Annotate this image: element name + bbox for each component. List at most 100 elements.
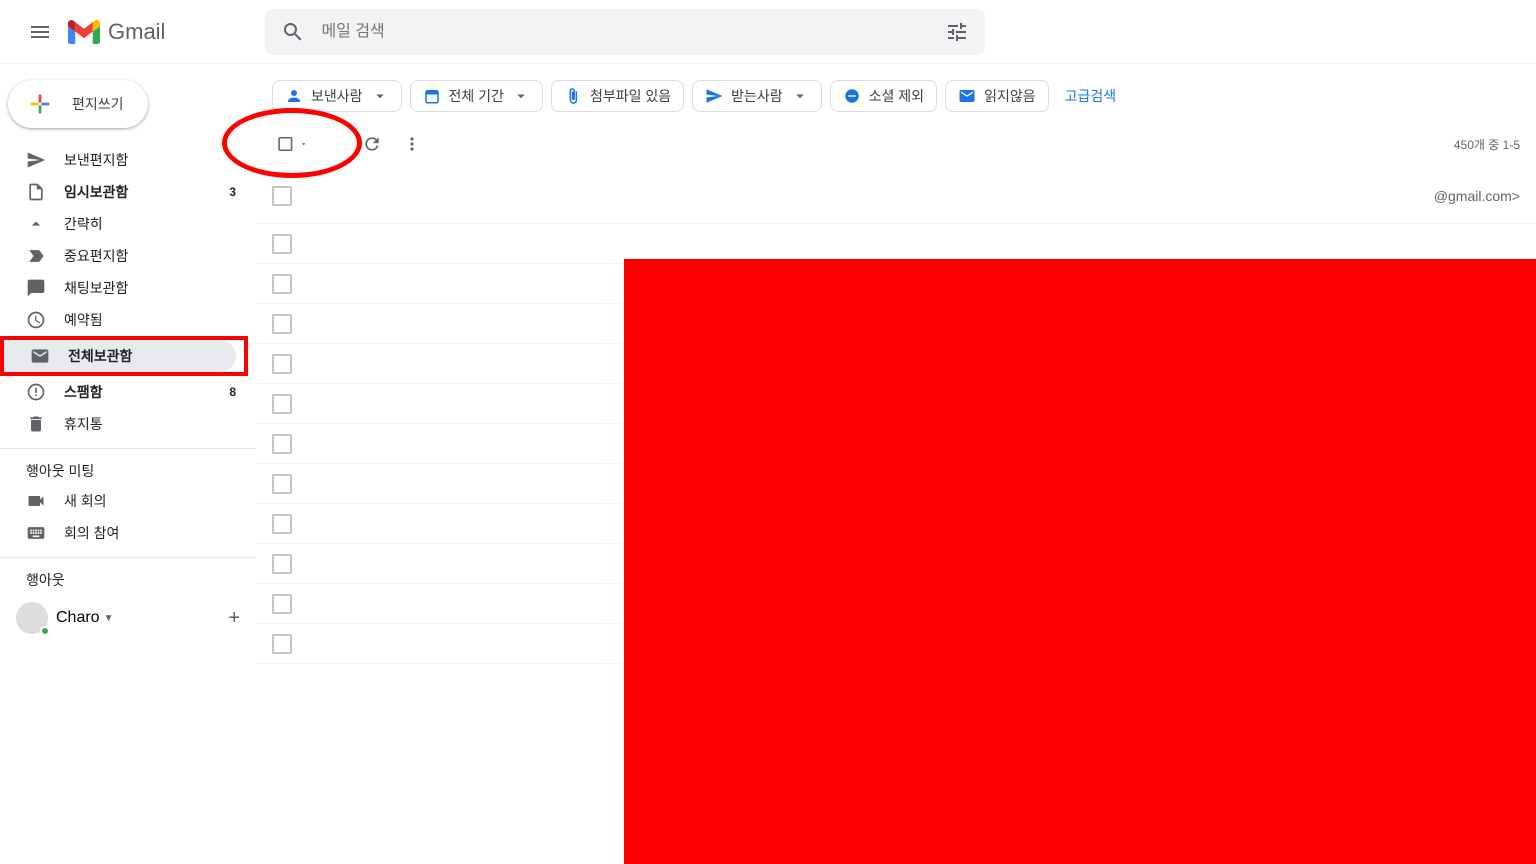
mail-unread-icon [958,87,976,105]
main: 편지쓰기 보낸편지함임시보관함3간략히중요편지함채팅보관함예약됨전체보관함스팸함… [0,64,1536,836]
sidebar-item-8[interactable]: 휴지통 [0,408,248,440]
row-checkbox[interactable] [272,354,292,374]
keyboard-icon [26,523,46,543]
advanced-search-link[interactable]: 고급검색 [1065,86,1117,106]
row-checkbox[interactable] [272,594,292,614]
chip-label: 소셜 제외 [869,86,924,106]
pagination-text: 450개 중 1-5 [1454,136,1520,153]
caret-down-icon [371,87,389,105]
sidebar-item-2[interactable]: 간략히 [0,208,248,240]
sidebar-label: 간략히 [64,214,236,234]
sidebar-item-3[interactable]: 중요편지함 [0,240,248,272]
person-icon [285,87,303,105]
caret-down-icon [299,139,308,149]
caret-down-icon [791,87,809,105]
sidebar-item-4[interactable]: 채팅보관함 [0,272,248,304]
filter-chip-5[interactable]: 읽지않음 [945,80,1049,112]
sidebar-item-5[interactable]: 예약됨 [0,304,248,336]
row-checkbox[interactable] [272,314,292,334]
row-checkbox[interactable] [272,234,292,254]
checkbox-icon [276,134,295,154]
main-menu-button[interactable] [16,8,64,56]
video-icon [26,491,46,511]
mail-icon [30,346,50,366]
row-checkbox[interactable] [272,274,292,294]
filter-chip-2[interactable]: 첨부파일 있음 [551,80,684,112]
gmail-wordmark: Gmail [108,19,165,45]
row-checkbox[interactable] [272,554,292,574]
filter-chip-3[interactable]: 받는사람 [692,80,822,112]
attach-icon [564,87,582,105]
meet-item-1[interactable]: 회의 참여 [0,517,256,549]
compose-label: 편지쓰기 [72,94,124,114]
logo[interactable]: Gmail [68,19,165,45]
hangout-user[interactable]: Charo ▼ + [0,594,256,642]
mail-row[interactable] [256,224,1536,264]
row-checkbox[interactable] [272,474,292,494]
search-bar[interactable] [265,9,985,55]
minus-icon [843,87,861,105]
sidebar-item-7[interactable]: 스팸함8 [0,376,248,408]
filter-chip-4[interactable]: 소셜 제외 [830,80,937,112]
row-checkbox[interactable] [272,394,292,414]
add-hangout-button[interactable]: + [228,607,240,630]
refresh-icon [362,134,382,154]
meet-label: 새 회의 [64,491,107,511]
mail-snippet: @gmail.com> [1434,188,1520,204]
sidebar-item-1[interactable]: 임시보관함3 [0,176,248,208]
hangout-section-header: 행아웃 [0,557,256,594]
filter-chip-row: 보낸사람 전체 기간 첨부파일 있음 받는사람 소셜 제외 읽지않음 고급검색 [256,64,1536,120]
clock-icon [26,310,46,330]
sidebar-item-0[interactable]: 보낸편지함 [0,144,248,176]
meet-item-0[interactable]: 새 회의 [0,485,256,517]
hamburger-icon [28,20,52,44]
sidebar-item-6[interactable]: 전체보관함 [4,340,236,372]
more-button[interactable] [392,124,432,164]
spam-icon [26,382,46,402]
sidebar: 편지쓰기 보낸편지함임시보관함3간략히중요편지함채팅보관함예약됨전체보관함스팸함… [0,64,256,836]
refresh-button[interactable] [352,124,392,164]
more-vert-icon [402,134,422,154]
chip-label: 첨부파일 있음 [590,86,671,106]
sidebar-label: 채팅보관함 [64,278,236,298]
status-dot-icon [40,626,50,636]
toolbar: 450개 중 1-5 [256,120,1536,168]
sidebar-count: 8 [229,385,236,399]
gmail-icon [68,20,100,44]
chip-label: 보낸사람 [311,86,363,106]
filter-chip-1[interactable]: 전체 기간 [410,80,543,112]
sidebar-label: 스팸함 [64,382,229,402]
label-important-icon [26,246,46,266]
sidebar-count: 3 [229,185,236,199]
compose-button[interactable]: 편지쓰기 [8,80,148,128]
sidebar-label: 전체보관함 [68,346,224,366]
sidebar-label: 임시보관함 [64,182,229,202]
chip-label: 읽지않음 [984,86,1036,106]
row-checkbox[interactable] [272,634,292,654]
search-options-icon[interactable] [945,20,969,44]
chip-label: 전체 기간 [449,86,504,106]
calendar-icon [423,87,441,105]
file-icon [26,182,46,202]
sidebar-label: 중요편지함 [64,246,236,266]
send-to-icon [705,87,723,105]
hangout-menu-caret[interactable]: ▼ [104,613,114,624]
sidebar-label: 휴지통 [64,414,236,434]
caret-up-icon [26,214,46,234]
meet-section-header: 행아웃 미팅 [0,448,256,485]
row-checkbox[interactable] [272,514,292,534]
row-checkbox[interactable] [272,434,292,454]
row-checkbox[interactable] [272,186,292,206]
chat-icon [26,278,46,298]
filter-chip-0[interactable]: 보낸사람 [272,80,402,112]
chip-label: 받는사람 [731,86,783,106]
search-icon [281,20,305,44]
mail-row[interactable]: @gmail.com> [256,168,1536,224]
search-input[interactable] [321,23,945,41]
trash-icon [26,414,46,434]
caret-down-icon [512,87,530,105]
red-redaction-block [624,259,1536,864]
app-header: Gmail [0,0,1536,64]
red-annotation-box: 전체보관함 [0,336,248,376]
select-all-checkbox[interactable] [272,124,312,164]
